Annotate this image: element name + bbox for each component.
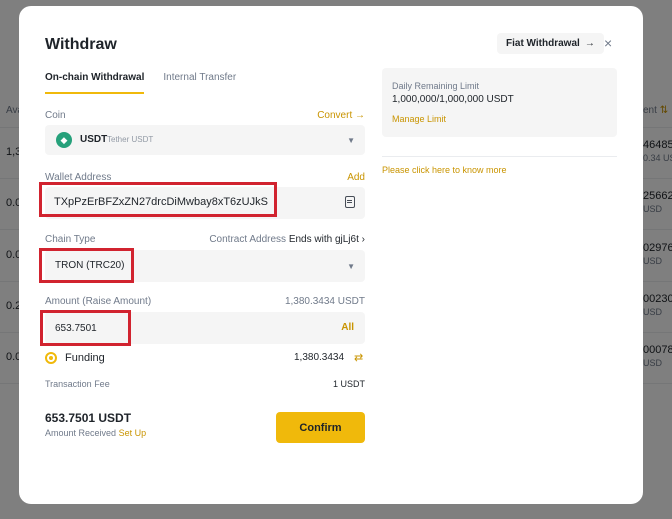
fiat-withdrawal-button[interactable]: Fiat Withdrawal → [497,33,604,54]
know-more-link[interactable]: Please click here to know more [382,165,507,175]
coin-symbol: USDT [80,134,108,145]
fiat-withdrawal-label: Fiat Withdrawal [506,38,580,49]
transaction-fee-value: 1 USDT [332,379,365,389]
close-icon[interactable]: × [604,35,612,51]
divider [382,156,617,157]
funding-balance: 1,380.3434 [294,352,345,363]
confirm-button[interactable]: Confirm [276,412,365,443]
chevron-down-icon: ▼ [347,136,355,145]
transfer-icon[interactable]: ⇄ [354,351,363,364]
tether-coin-icon: ◆ [56,132,72,148]
coin-name: Tether USDT [107,135,154,144]
daily-limit-panel: Daily Remaining Limit 1,000,000/1,000,00… [382,68,617,137]
highlight-box-amount [40,310,131,346]
amount-label: Amount (Raise Amount) [45,296,152,307]
highlight-box-chain [39,248,134,283]
chevron-down-icon: ▼ [347,262,355,271]
funding-label: Funding [65,352,105,364]
available-amount: 1,380.3434 USDT [284,296,365,307]
all-button[interactable]: All [341,322,354,333]
modal-title: Withdraw [45,36,117,53]
withdraw-modal: Withdraw Fiat Withdrawal → × On-chain Wi… [19,6,643,504]
tab-internal-transfer[interactable]: Internal Transfer [163,72,236,94]
chain-type-label: Chain Type [45,234,96,245]
coin-select[interactable]: ◆ USDT Tether USDT ▼ [45,125,365,155]
highlight-box-address [39,182,277,217]
paste-icon[interactable] [345,196,355,208]
tab-on-chain-withdrawal[interactable]: On-chain Withdrawal [45,72,145,94]
chevron-right-icon: › [361,234,365,245]
receive-total: 653.7501 USDT [45,411,132,425]
amount-received-row: Amount Received Set Up [45,428,146,438]
contract-address-info[interactable]: Contract Address Ends with gjLj6t › [209,234,365,245]
coin-label: Coin [45,110,66,121]
arrow-right-icon: → [584,38,595,49]
arrow-right-icon: → [355,110,365,121]
withdraw-tabs: On-chain Withdrawal Internal Transfer [45,72,365,94]
daily-limit-label: Daily Remaining Limit [392,81,480,91]
daily-limit-value: 1,000,000/1,000,000 USDT [392,94,514,105]
transaction-fee-label: Transaction Fee [45,379,110,389]
convert-link[interactable]: Convert → [317,110,365,121]
funding-radio[interactable] [45,352,57,364]
setup-link[interactable]: Set Up [119,428,147,438]
manage-limit-link[interactable]: Manage Limit [392,114,446,124]
amount-received-label: Amount Received [45,428,117,438]
add-address-link[interactable]: Add [347,172,365,183]
